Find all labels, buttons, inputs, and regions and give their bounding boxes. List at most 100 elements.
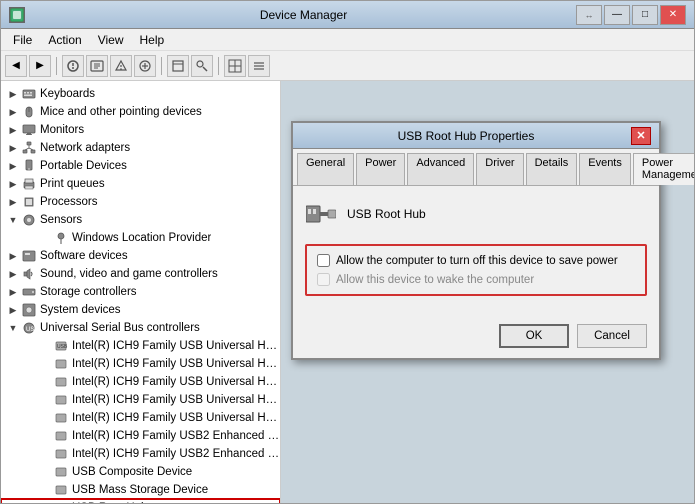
tree-item-ich9-3[interactable]: Intel(R) ICH9 Family USB Universal Host … <box>1 373 280 391</box>
tree-item-monitors[interactable]: ▶ Monitors <box>1 121 280 139</box>
toolbar-btn-7[interactable] <box>224 55 246 77</box>
tree-label-storage: Storage controllers <box>40 286 137 298</box>
tree-item-ich9-enh2[interactable]: Intel(R) ICH9 Family USB2 Enhanced Host … <box>1 445 280 463</box>
software-icon <box>21 248 37 264</box>
expand-sound[interactable]: ▶ <box>5 266 21 282</box>
tree-label-mice: Mice and other pointing devices <box>40 106 202 118</box>
expand-print[interactable]: ▶ <box>5 176 21 192</box>
usb-device-icon-4 <box>53 392 69 408</box>
tree-item-usb[interactable]: ▼ USB Universal Serial Bus controllers <box>1 319 280 337</box>
toolbar-btn-6[interactable] <box>191 55 213 77</box>
tree-item-keyboards[interactable]: ▶ Keyboards <box>1 85 280 103</box>
device-tree[interactable]: ▶ Keyboards ▶ Mice and other pointing de… <box>1 81 281 503</box>
toolbar-separator-3 <box>218 57 219 75</box>
tree-item-mass-storage[interactable]: USB Mass Storage Device <box>1 481 280 499</box>
tree-label-system: System devices <box>40 304 121 316</box>
tree-label-ich9-5: Intel(R) ICH9 Family USB Universal Host … <box>72 412 280 424</box>
maximize-button[interactable]: □ <box>632 5 658 25</box>
restore-button[interactable]: — <box>604 5 630 25</box>
menu-view[interactable]: View <box>90 31 132 49</box>
network-icon <box>21 140 37 156</box>
tree-label-composite: USB Composite Device <box>72 466 192 478</box>
tab-advanced[interactable]: Advanced <box>407 153 474 185</box>
expand-storage[interactable]: ▶ <box>5 284 21 300</box>
dialog-buttons: OK Cancel <box>293 316 659 358</box>
back-button[interactable]: ◀ <box>5 55 27 77</box>
ok-button[interactable]: OK <box>499 324 569 348</box>
menu-action[interactable]: Action <box>40 31 89 49</box>
sensor-icon <box>21 212 37 228</box>
tab-power-management[interactable]: Power Management <box>633 153 694 185</box>
expand-usb[interactable]: ▼ <box>5 320 21 336</box>
close-button[interactable]: ✕ <box>660 5 686 25</box>
tree-label-portable: Portable Devices <box>40 160 127 172</box>
usb-device-icon-5 <box>53 410 69 426</box>
allow-turnoff-label[interactable]: Allow the computer to turn off this devi… <box>336 255 618 267</box>
tree-item-composite[interactable]: USB Composite Device <box>1 463 280 481</box>
checkbox-row-1: Allow the computer to turn off this devi… <box>317 254 635 267</box>
tree-item-wlp[interactable]: Windows Location Provider <box>1 229 280 247</box>
tab-events[interactable]: Events <box>579 153 631 185</box>
tree-item-print[interactable]: ▶ Print queues <box>1 175 280 193</box>
toolbar-btn-2[interactable] <box>86 55 108 77</box>
tree-item-sound[interactable]: ▶ Sound, video and game controllers <box>1 265 280 283</box>
location-icon <box>53 230 69 246</box>
tree-item-software[interactable]: ▶ Software devices <box>1 247 280 265</box>
svg-text:USB: USB <box>57 344 68 350</box>
tree-item-ich9-5[interactable]: Intel(R) ICH9 Family USB Universal Host … <box>1 409 280 427</box>
tab-general[interactable]: General <box>297 153 354 185</box>
expand-system[interactable]: ▶ <box>5 302 21 318</box>
toolbar-separator-2 <box>161 57 162 75</box>
expand-portable[interactable]: ▶ <box>5 158 21 174</box>
content-area: ▶ Keyboards ▶ Mice and other pointing de… <box>1 81 694 503</box>
expand-monitors[interactable]: ▶ <box>5 122 21 138</box>
toolbar-btn-5[interactable] <box>167 55 189 77</box>
usb-device-icon-6 <box>53 428 69 444</box>
tree-label-ich9-2: Intel(R) ICH9 Family USB Universal Host … <box>72 358 280 370</box>
menu-help[interactable]: Help <box>132 31 173 49</box>
dialog-tabs: General Power Advanced Driver Details Ev… <box>293 149 659 186</box>
tree-item-portable[interactable]: ▶ Portable Devices <box>1 157 280 175</box>
toolbar-btn-1[interactable] <box>62 55 84 77</box>
expand-sensors[interactable]: ▼ <box>5 212 21 228</box>
expand-mice[interactable]: ▶ <box>5 104 21 120</box>
allow-wakeup-label: Allow this device to wake the computer <box>336 274 534 286</box>
tree-item-mice[interactable]: ▶ Mice and other pointing devices <box>1 103 280 121</box>
toolbar-btn-3[interactable] <box>110 55 132 77</box>
tree-item-ich9-1[interactable]: USB Intel(R) ICH9 Family USB Universal H… <box>1 337 280 355</box>
tree-label-software: Software devices <box>40 250 128 262</box>
tab-details[interactable]: Details <box>526 153 578 185</box>
cpu-icon <box>21 194 37 210</box>
allow-turnoff-checkbox[interactable] <box>317 254 330 267</box>
expand-software[interactable]: ▶ <box>5 248 21 264</box>
tab-power[interactable]: Power <box>356 153 405 185</box>
cancel-button[interactable]: Cancel <box>577 324 647 348</box>
expand-network[interactable]: ▶ <box>5 140 21 156</box>
minimize-button[interactable]: ↔ <box>576 5 602 25</box>
usb-device-icon-3 <box>53 374 69 390</box>
tree-item-sensors[interactable]: ▼ Sensors <box>1 211 280 229</box>
allow-wakeup-checkbox[interactable] <box>317 273 330 286</box>
dialog-close-button[interactable]: ✕ <box>631 127 651 145</box>
toolbar-btn-8[interactable] <box>248 55 270 77</box>
tree-label-ich9-enh2: Intel(R) ICH9 Family USB2 Enhanced Host … <box>72 448 280 460</box>
tree-item-network[interactable]: ▶ Network adapters <box>1 139 280 157</box>
right-panel: USB Root Hub Properties ✕ General Power … <box>281 81 694 503</box>
tree-label-usb: Universal Serial Bus controllers <box>40 322 200 334</box>
tree-item-ich9-2[interactable]: Intel(R) ICH9 Family USB Universal Host … <box>1 355 280 373</box>
expand-keyboards[interactable]: ▶ <box>5 86 21 102</box>
toolbar-btn-4[interactable] <box>134 55 156 77</box>
monitor-icon <box>21 122 37 138</box>
tree-item-usb-root-hub[interactable]: USB Root Hub <box>1 499 280 503</box>
power-management-options: Allow the computer to turn off this devi… <box>305 244 647 296</box>
tree-item-system[interactable]: ▶ System devices <box>1 301 280 319</box>
forward-button[interactable]: ▶ <box>29 55 51 77</box>
tree-item-storage[interactable]: ▶ Storage controllers <box>1 283 280 301</box>
tab-driver[interactable]: Driver <box>476 153 523 185</box>
tree-item-ich9-4[interactable]: Intel(R) ICH9 Family USB Universal Host … <box>1 391 280 409</box>
expand-processors[interactable]: ▶ <box>5 194 21 210</box>
tree-item-processors[interactable]: ▶ Processors <box>1 193 280 211</box>
toolbar: ◀ ▶ <box>1 51 694 81</box>
menu-file[interactable]: File <box>5 31 40 49</box>
tree-item-ich9-enh1[interactable]: Intel(R) ICH9 Family USB2 Enhanced Host … <box>1 427 280 445</box>
